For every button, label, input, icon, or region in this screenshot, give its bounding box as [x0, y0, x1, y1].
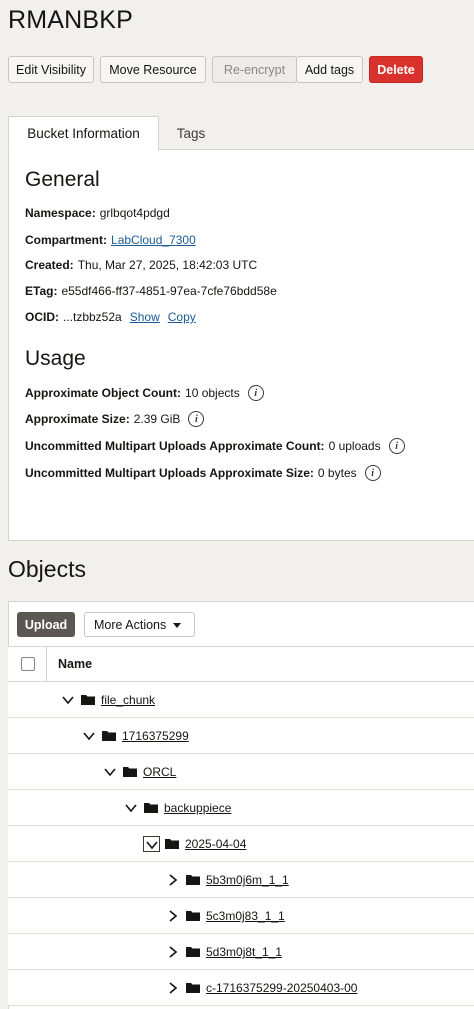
tree-row[interactable] [8, 790, 474, 826]
multipart-size-value: 0 bytes [317, 466, 357, 480]
tree-row[interactable] [8, 718, 474, 754]
folder-icon [186, 982, 200, 993]
compartment-label: Compartment: [25, 233, 108, 247]
folder-icon [144, 802, 158, 813]
folder-icon [81, 694, 95, 705]
etag-row: ETag: e55df466-ff37-4851-97ea-7cfe76bdd5… [25, 284, 277, 298]
folder-link[interactable]: ORCL [143, 765, 176, 779]
move-resource-button[interactable]: Move Resource [100, 56, 206, 83]
folder-icon [186, 874, 200, 885]
chevron-right-icon[interactable] [166, 945, 180, 959]
edit-visibility-button[interactable]: Edit Visibility [8, 56, 94, 83]
folder-link[interactable]: 5b3m0j6m_1_1 [206, 873, 289, 887]
re-encrypt-button[interactable]: Re-encrypt [212, 56, 297, 83]
folder-icon [186, 910, 200, 921]
tab-tags[interactable]: Tags [160, 116, 222, 151]
info-icon[interactable]: i [188, 411, 205, 427]
delete-button[interactable]: Delete [369, 56, 423, 83]
ocid-label: OCID: [25, 310, 59, 324]
page-title: RMANBKP [8, 6, 134, 34]
ocid-value: ...tzbbz52a [63, 310, 122, 324]
upload-button[interactable]: Upload [17, 612, 75, 637]
ocid-copy-link[interactable]: Copy [168, 310, 196, 324]
folder-icon [186, 946, 200, 957]
info-icon[interactable]: i [364, 465, 381, 481]
info-icon[interactable]: i [388, 438, 405, 454]
chevron-down-icon[interactable] [124, 801, 138, 815]
etag-value: e55df466-ff37-4851-97ea-7cfe76bdd58e [61, 284, 277, 298]
created-value: Thu, Mar 27, 2025, 18:42:03 UTC [77, 258, 258, 272]
folder-icon [123, 766, 137, 777]
etag-label: ETag: [25, 284, 58, 298]
folder-link[interactable]: 1716375299 [122, 729, 189, 743]
compartment-link[interactable]: LabCloud_7300 [111, 233, 196, 247]
size-label: Approximate Size: [25, 412, 130, 426]
chevron-right-icon[interactable] [166, 909, 180, 923]
approximate-size-row: Approximate Size: 2.39 GiB i [25, 411, 205, 427]
more-actions-label: More Actions [94, 617, 167, 632]
usage-heading: Usage [25, 347, 86, 370]
chevron-down-icon[interactable] [61, 693, 75, 707]
namespace-value: grlbqot4pdgd [99, 206, 170, 220]
multipart-size-row: Uncommitted Multipart Uploads Approximat… [25, 465, 381, 481]
folder-link[interactable]: c-1716375299-20250403-00 [206, 981, 357, 995]
column-divider [46, 646, 47, 682]
namespace-row: Namespace: grlbqot4pdgd [25, 206, 170, 220]
caret-down-icon [173, 623, 181, 628]
info-icon[interactable]: i [247, 385, 264, 401]
add-tags-button[interactable]: Add tags [296, 56, 363, 83]
folder-link[interactable]: 5d3m0j8t_1_1 [206, 945, 282, 959]
folder-icon [165, 838, 179, 849]
compartment-row: Compartment: LabCloud_7300 [25, 233, 196, 247]
objects-heading: Objects [8, 556, 86, 582]
folder-link[interactable]: 5c3m0j83_1_1 [206, 909, 285, 923]
tree-row[interactable] [8, 682, 474, 718]
general-heading: General [25, 168, 100, 191]
folder-link[interactable]: backuppiece [164, 801, 231, 815]
folder-icon [102, 730, 116, 741]
tab-bucket-information[interactable]: Bucket Information [8, 116, 159, 151]
chevron-down-icon[interactable] [143, 836, 160, 852]
namespace-label: Namespace: [25, 206, 96, 220]
multipart-size-label: Uncommitted Multipart Uploads Approximat… [25, 466, 314, 480]
ocid-show-link[interactable]: Show [130, 310, 160, 324]
object-count-row: Approximate Object Count: 10 objects i [25, 385, 264, 401]
ocid-row: OCID: ...tzbbz52a Show Copy [25, 310, 196, 324]
object-count-value: 10 objects [185, 386, 240, 400]
size-value: 2.39 GiB [133, 412, 181, 426]
multipart-count-value: 0 uploads [328, 439, 381, 453]
tree-row[interactable] [8, 754, 474, 790]
chevron-right-icon[interactable] [166, 981, 180, 995]
folder-link[interactable]: file_chunk [101, 693, 155, 707]
folder-link[interactable]: 2025-04-04 [185, 837, 246, 851]
name-column-header[interactable]: Name [58, 657, 92, 671]
select-all-checkbox[interactable] [21, 657, 35, 671]
chevron-down-icon[interactable] [103, 765, 117, 779]
multipart-count-label: Uncommitted Multipart Uploads Approximat… [25, 439, 325, 453]
multipart-count-row: Uncommitted Multipart Uploads Approximat… [25, 438, 405, 454]
created-row: Created: Thu, Mar 27, 2025, 18:42:03 UTC [25, 258, 257, 272]
created-label: Created: [25, 258, 74, 272]
more-actions-button[interactable]: More Actions [84, 612, 195, 637]
object-count-label: Approximate Object Count: [25, 386, 182, 400]
chevron-right-icon[interactable] [166, 873, 180, 887]
chevron-down-icon[interactable] [82, 729, 96, 743]
